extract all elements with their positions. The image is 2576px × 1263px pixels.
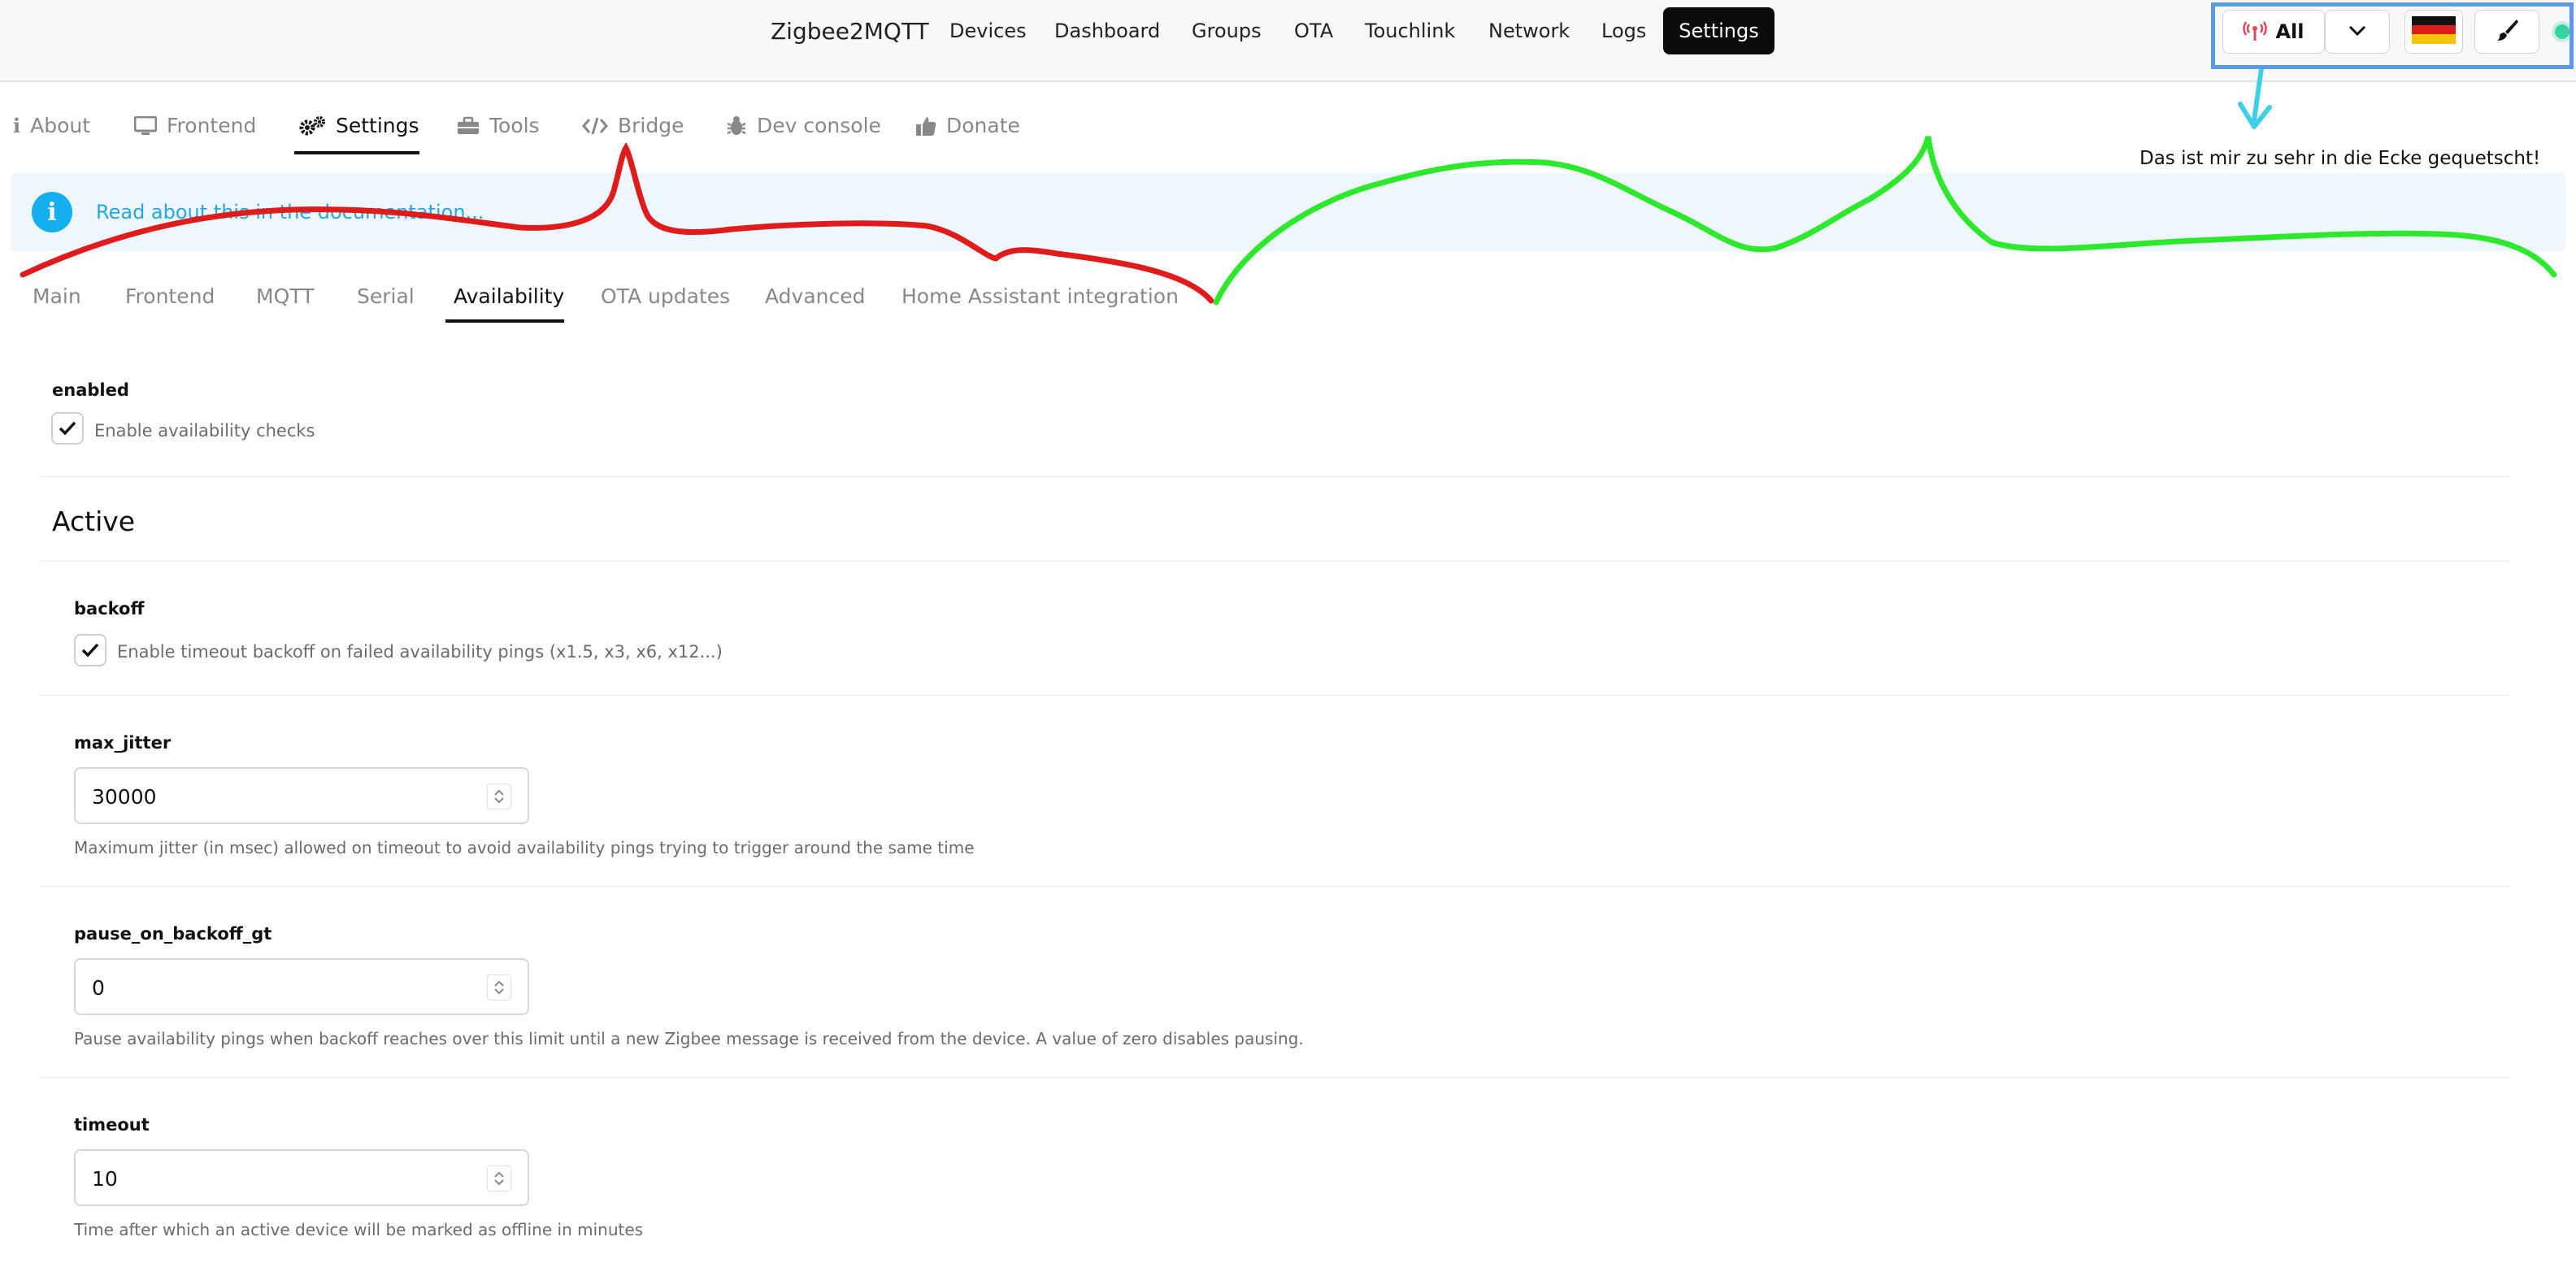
subtab-mqtt[interactable]: MQTT [256, 284, 314, 308]
nav-dashboard[interactable]: Dashboard [1054, 20, 1160, 42]
subtab-availability[interactable]: Availability [454, 284, 564, 308]
tab-frontend-label: Frontend [167, 114, 257, 137]
subtab-ota-updates[interactable]: OTA updates [601, 284, 730, 308]
backoff-checkbox[interactable] [74, 634, 106, 666]
max-jitter-stepper[interactable] [487, 783, 511, 809]
nav-touchlink[interactable]: Touchlink [1365, 20, 1455, 42]
nav-ota[interactable]: OTA [1294, 20, 1333, 42]
subtab-main[interactable]: Main [33, 284, 81, 308]
tab-dev-console[interactable]: Dev console [726, 114, 881, 137]
enabled-checkbox-label[interactable]: Enable availability checks [94, 421, 315, 441]
brand-title[interactable]: Zigbee2MQTT [771, 18, 929, 45]
chevron-down-icon[interactable] [493, 1178, 505, 1187]
timeout-field[interactable] [74, 1149, 529, 1206]
nav-network[interactable]: Network [1488, 20, 1570, 42]
subtab-active-indicator [445, 319, 564, 323]
monitor-icon [134, 115, 157, 136]
gears-icon [298, 115, 326, 137]
chevron-up-icon[interactable] [493, 1170, 505, 1178]
settings-tab-active-indicator [294, 151, 419, 154]
info-icon: i [13, 114, 21, 137]
tab-dev-console-label: Dev console [757, 114, 881, 137]
nav-devices[interactable]: Devices [949, 20, 1027, 42]
nav-groups[interactable]: Groups [1192, 20, 1262, 42]
pause-on-backoff-help: Pause availability pings when backoff re… [74, 1029, 1304, 1048]
pause-on-backoff-field[interactable] [74, 958, 529, 1015]
chevron-down-icon[interactable] [493, 796, 505, 805]
tab-tools[interactable]: Tools [457, 114, 540, 137]
divider [40, 1077, 2511, 1078]
pause-on-backoff-stepper[interactable] [487, 974, 511, 1000]
subtab-advanced[interactable]: Advanced [765, 284, 866, 308]
pause-on-backoff-input[interactable] [92, 971, 450, 1004]
max-jitter-input[interactable] [92, 780, 450, 813]
timeout-input[interactable] [92, 1162, 450, 1195]
tab-frontend[interactable]: Frontend [134, 114, 256, 137]
top-navbar: Zigbee2MQTT Devices Dashboard Groups OTA… [0, 0, 2576, 82]
checkmark-icon [81, 643, 99, 658]
subtab-frontend[interactable]: Frontend [125, 284, 215, 308]
tab-bridge-label: Bridge [618, 114, 684, 137]
documentation-link[interactable]: Read about this in the documentation... [96, 201, 484, 224]
tab-settings[interactable]: Settings [298, 114, 419, 137]
subtab-serial[interactable]: Serial [357, 284, 415, 308]
tab-donate[interactable]: Donate [915, 114, 1020, 137]
nav-settings[interactable]: Settings [1663, 7, 1775, 54]
enabled-label: enabled [52, 380, 129, 400]
tab-settings-label: Settings [336, 114, 419, 137]
max-jitter-label: max_jitter [74, 733, 172, 753]
thumbs-up-icon [915, 115, 936, 137]
divider [40, 561, 2511, 562]
chevron-down-icon[interactable] [493, 987, 505, 996]
tab-about-label: About [30, 114, 91, 137]
checkmark-icon [59, 421, 76, 436]
tab-about[interactable]: i About [13, 114, 90, 137]
chevron-up-icon[interactable] [493, 788, 505, 796]
backoff-label: backoff [74, 599, 145, 618]
max-jitter-field[interactable] [74, 767, 529, 824]
toolbox-icon [457, 116, 480, 136]
annotation-comment: Das ist mir zu sehr in die Ecke gequetsc… [2139, 148, 2541, 169]
section-title-active: Active [52, 506, 136, 537]
code-icon [582, 116, 608, 136]
tab-donate-label: Donate [946, 114, 1020, 137]
nav-logs[interactable]: Logs [1601, 20, 1646, 42]
chevron-up-icon[interactable] [493, 979, 505, 987]
info-circle-icon: i [32, 192, 72, 232]
pause-on-backoff-label: pause_on_backoff_gt [74, 924, 272, 944]
divider [40, 476, 2511, 477]
divider [40, 695, 2511, 696]
tab-bridge[interactable]: Bridge [582, 114, 684, 137]
timeout-stepper[interactable] [487, 1165, 511, 1191]
backoff-checkbox-label[interactable]: Enable timeout backoff on failed availab… [117, 642, 723, 662]
enabled-checkbox[interactable] [51, 412, 84, 445]
annotation-highlight-box [2211, 2, 2574, 69]
subtab-home-assistant[interactable]: Home Assistant integration [901, 284, 1179, 308]
tab-tools-label: Tools [489, 114, 540, 137]
max-jitter-help: Maximum jitter (in msec) allowed on time… [74, 838, 975, 857]
divider [40, 886, 2511, 887]
timeout-help: Time after which an active device will b… [74, 1220, 644, 1239]
bug-icon [726, 115, 747, 137]
timeout-label: timeout [74, 1115, 150, 1135]
